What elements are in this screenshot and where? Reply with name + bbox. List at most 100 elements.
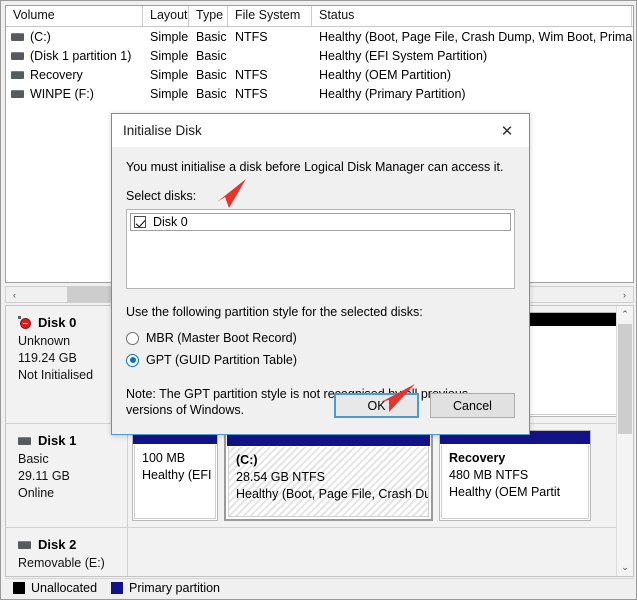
volume-list-header: Volume Layout Type File System Status	[6, 6, 633, 27]
partition-health: Healthy (OEM Partit	[449, 485, 561, 499]
disk-error-icon	[18, 315, 33, 330]
volume-cell: Recovery	[6, 68, 143, 82]
disk-name: Disk 0	[38, 315, 77, 330]
partition-title: (C:)	[236, 453, 258, 467]
disk-graphic-2	[128, 528, 633, 576]
legend-label: Primary partition	[129, 580, 221, 595]
disk-management-window: Volume Layout Type File System Status (C…	[0, 0, 637, 600]
legend-item-primary-partition: Primary partition	[111, 581, 220, 595]
disk-graphic-1: 100 MB Healthy (EFI S (C:) 28.54 GB NTFS…	[128, 424, 633, 527]
volume-label: WINPE (F:)	[30, 86, 94, 101]
partition-health: Healthy (EFI S	[142, 468, 216, 482]
disk-title-1: Disk 1	[18, 433, 127, 448]
dialog-title-bar: Initialise Disk ✕	[112, 114, 529, 147]
file-system-cell: NTFS	[235, 86, 268, 101]
disk-type: Basic	[18, 452, 49, 466]
layout-cell: Simple	[150, 86, 189, 101]
partition-health: Healthy (Boot, Page File, Crash Dum	[236, 487, 429, 501]
table-row[interactable]: (C:) Simple Basic NTFS Healthy (Boot, Pa…	[6, 27, 633, 46]
disk-info-0: Disk 0 Unknown 119.24 GB Not Initialised	[6, 306, 128, 423]
column-header-file-system[interactable]: File System	[228, 6, 312, 26]
table-row[interactable]: Recovery Simple Basic NTFS Healthy (OEM …	[6, 65, 633, 84]
file-system-cell: NTFS	[235, 67, 268, 82]
legend-swatch-unallocated	[13, 581, 25, 594]
vertical-scrollbar[interactable]: ⌃ ⌄	[616, 306, 633, 576]
partition-style-label: Use the following partition style for th…	[126, 305, 423, 319]
disk-state: Online	[18, 486, 55, 500]
column-header-status[interactable]: Status	[312, 6, 632, 26]
disk-info-1: Disk 1 Basic 29.11 GB Online	[6, 424, 128, 527]
table-row[interactable]: WINPE (F:) Simple Basic NTFS Healthy (Pr…	[6, 84, 633, 103]
vertical-scroll-thumb[interactable]	[618, 324, 632, 434]
radio-gpt-icon[interactable]	[126, 353, 139, 367]
status-cell: Healthy (OEM Partition)	[319, 67, 451, 82]
volume-label: Recovery	[30, 67, 83, 82]
dialog-body: You must initialise a disk before Logica…	[112, 147, 529, 436]
scroll-up-icon[interactable]: ⌃	[617, 306, 633, 323]
dialog-title: Initialise Disk	[123, 123, 202, 138]
volume-cell: (C:)	[6, 30, 143, 44]
legend-item-unallocated: Unallocated	[13, 581, 97, 595]
list-item[interactable]: Disk 0	[130, 213, 511, 231]
close-icon[interactable]: ✕	[485, 115, 529, 147]
disk-type: Removable (E:)	[18, 556, 105, 570]
layout-cell: Simple	[150, 48, 189, 63]
disk-title-2: Disk 2	[18, 537, 127, 552]
partition-size: 480 MB NTFS	[449, 468, 529, 482]
disk-icon	[11, 89, 24, 98]
type-cell: Basic	[196, 48, 227, 63]
status-cell: Healthy (Boot, Page File, Crash Dump, Wi…	[319, 29, 632, 44]
disk-name: Disk 2	[38, 537, 77, 552]
type-cell: Basic	[196, 86, 227, 101]
disk-row-1[interactable]: Disk 1 Basic 29.11 GB Online 100 MB Heal…	[6, 424, 633, 528]
volume-cell: (Disk 1 partition 1)	[6, 49, 143, 63]
cancel-button[interactable]: Cancel	[430, 393, 515, 418]
partition-block-efi[interactable]: 100 MB Healthy (EFI S	[132, 430, 218, 521]
volume-list-rows: (C:) Simple Basic NTFS Healthy (Boot, Pa…	[6, 27, 633, 103]
disk-item-label: Disk 0	[153, 215, 188, 229]
legend-label: Unallocated	[31, 580, 98, 595]
scroll-down-icon[interactable]: ⌄	[617, 559, 633, 576]
partition-size: 28.54 GB NTFS	[236, 470, 325, 484]
legend-swatch-primary	[111, 581, 124, 594]
type-cell: Basic	[196, 67, 227, 82]
layout-cell: Simple	[150, 67, 189, 82]
file-system-cell: NTFS	[235, 29, 268, 44]
layout-cell: Simple	[150, 29, 189, 44]
radio-option-mbr[interactable]: MBR (Master Boot Record)	[126, 328, 515, 348]
dialog-button-row: OK Cancel	[334, 393, 515, 418]
disk-row-2[interactable]: Disk 2 Removable (E:)	[6, 528, 633, 576]
disk-icon	[11, 51, 24, 60]
radio-mbr-icon[interactable]	[126, 331, 139, 345]
column-header-volume[interactable]: Volume	[6, 6, 143, 26]
ok-button[interactable]: OK	[334, 393, 419, 418]
status-cell: Healthy (Primary Partition)	[319, 86, 466, 101]
radio-option-gpt[interactable]: GPT (GUID Partition Table)	[126, 350, 515, 370]
radio-gpt-label: GPT (GUID Partition Table)	[146, 353, 297, 367]
partition-block-recovery[interactable]: Recovery 480 MB NTFS Healthy (OEM Partit	[439, 430, 591, 521]
dialog-intro-text: You must initialise a disk before Logica…	[126, 160, 504, 174]
radio-mbr-label: MBR (Master Boot Record)	[146, 331, 297, 345]
partition-size: 100 MB	[142, 451, 186, 465]
scroll-left-icon[interactable]: ‹	[6, 287, 23, 302]
status-cell: Healthy (EFI System Partition)	[319, 48, 488, 63]
volume-label: (Disk 1 partition 1)	[30, 48, 132, 63]
legend: Unallocated Primary partition	[5, 578, 634, 596]
volume-label: (C:)	[30, 29, 51, 44]
partition-block-c-drive[interactable]: (C:) 28.54 GB NTFS Healthy (Boot, Page F…	[224, 430, 433, 521]
scroll-right-icon[interactable]: ›	[616, 287, 633, 302]
disk-info-2: Disk 2 Removable (E:)	[6, 528, 128, 576]
partition-body: (C:) 28.54 GB NTFS Healthy (Boot, Page F…	[228, 447, 429, 517]
table-row[interactable]: (Disk 1 partition 1) Simple Basic Health…	[6, 46, 633, 65]
disk-listbox[interactable]: Disk 0	[126, 209, 515, 289]
disk-name: Disk 1	[38, 433, 77, 448]
disk-icon	[18, 540, 31, 549]
column-header-type[interactable]: Type	[189, 6, 228, 26]
volume-cell: WINPE (F:)	[6, 87, 143, 101]
column-header-layout[interactable]: Layout	[143, 6, 189, 26]
disk-icon	[11, 70, 24, 79]
select-disks-label: Select disks:	[126, 189, 197, 203]
initialise-disk-dialog: Initialise Disk ✕ You must initialise a …	[111, 113, 530, 435]
partition-title: Recovery	[449, 451, 506, 465]
disk-checkbox[interactable]	[134, 216, 146, 228]
